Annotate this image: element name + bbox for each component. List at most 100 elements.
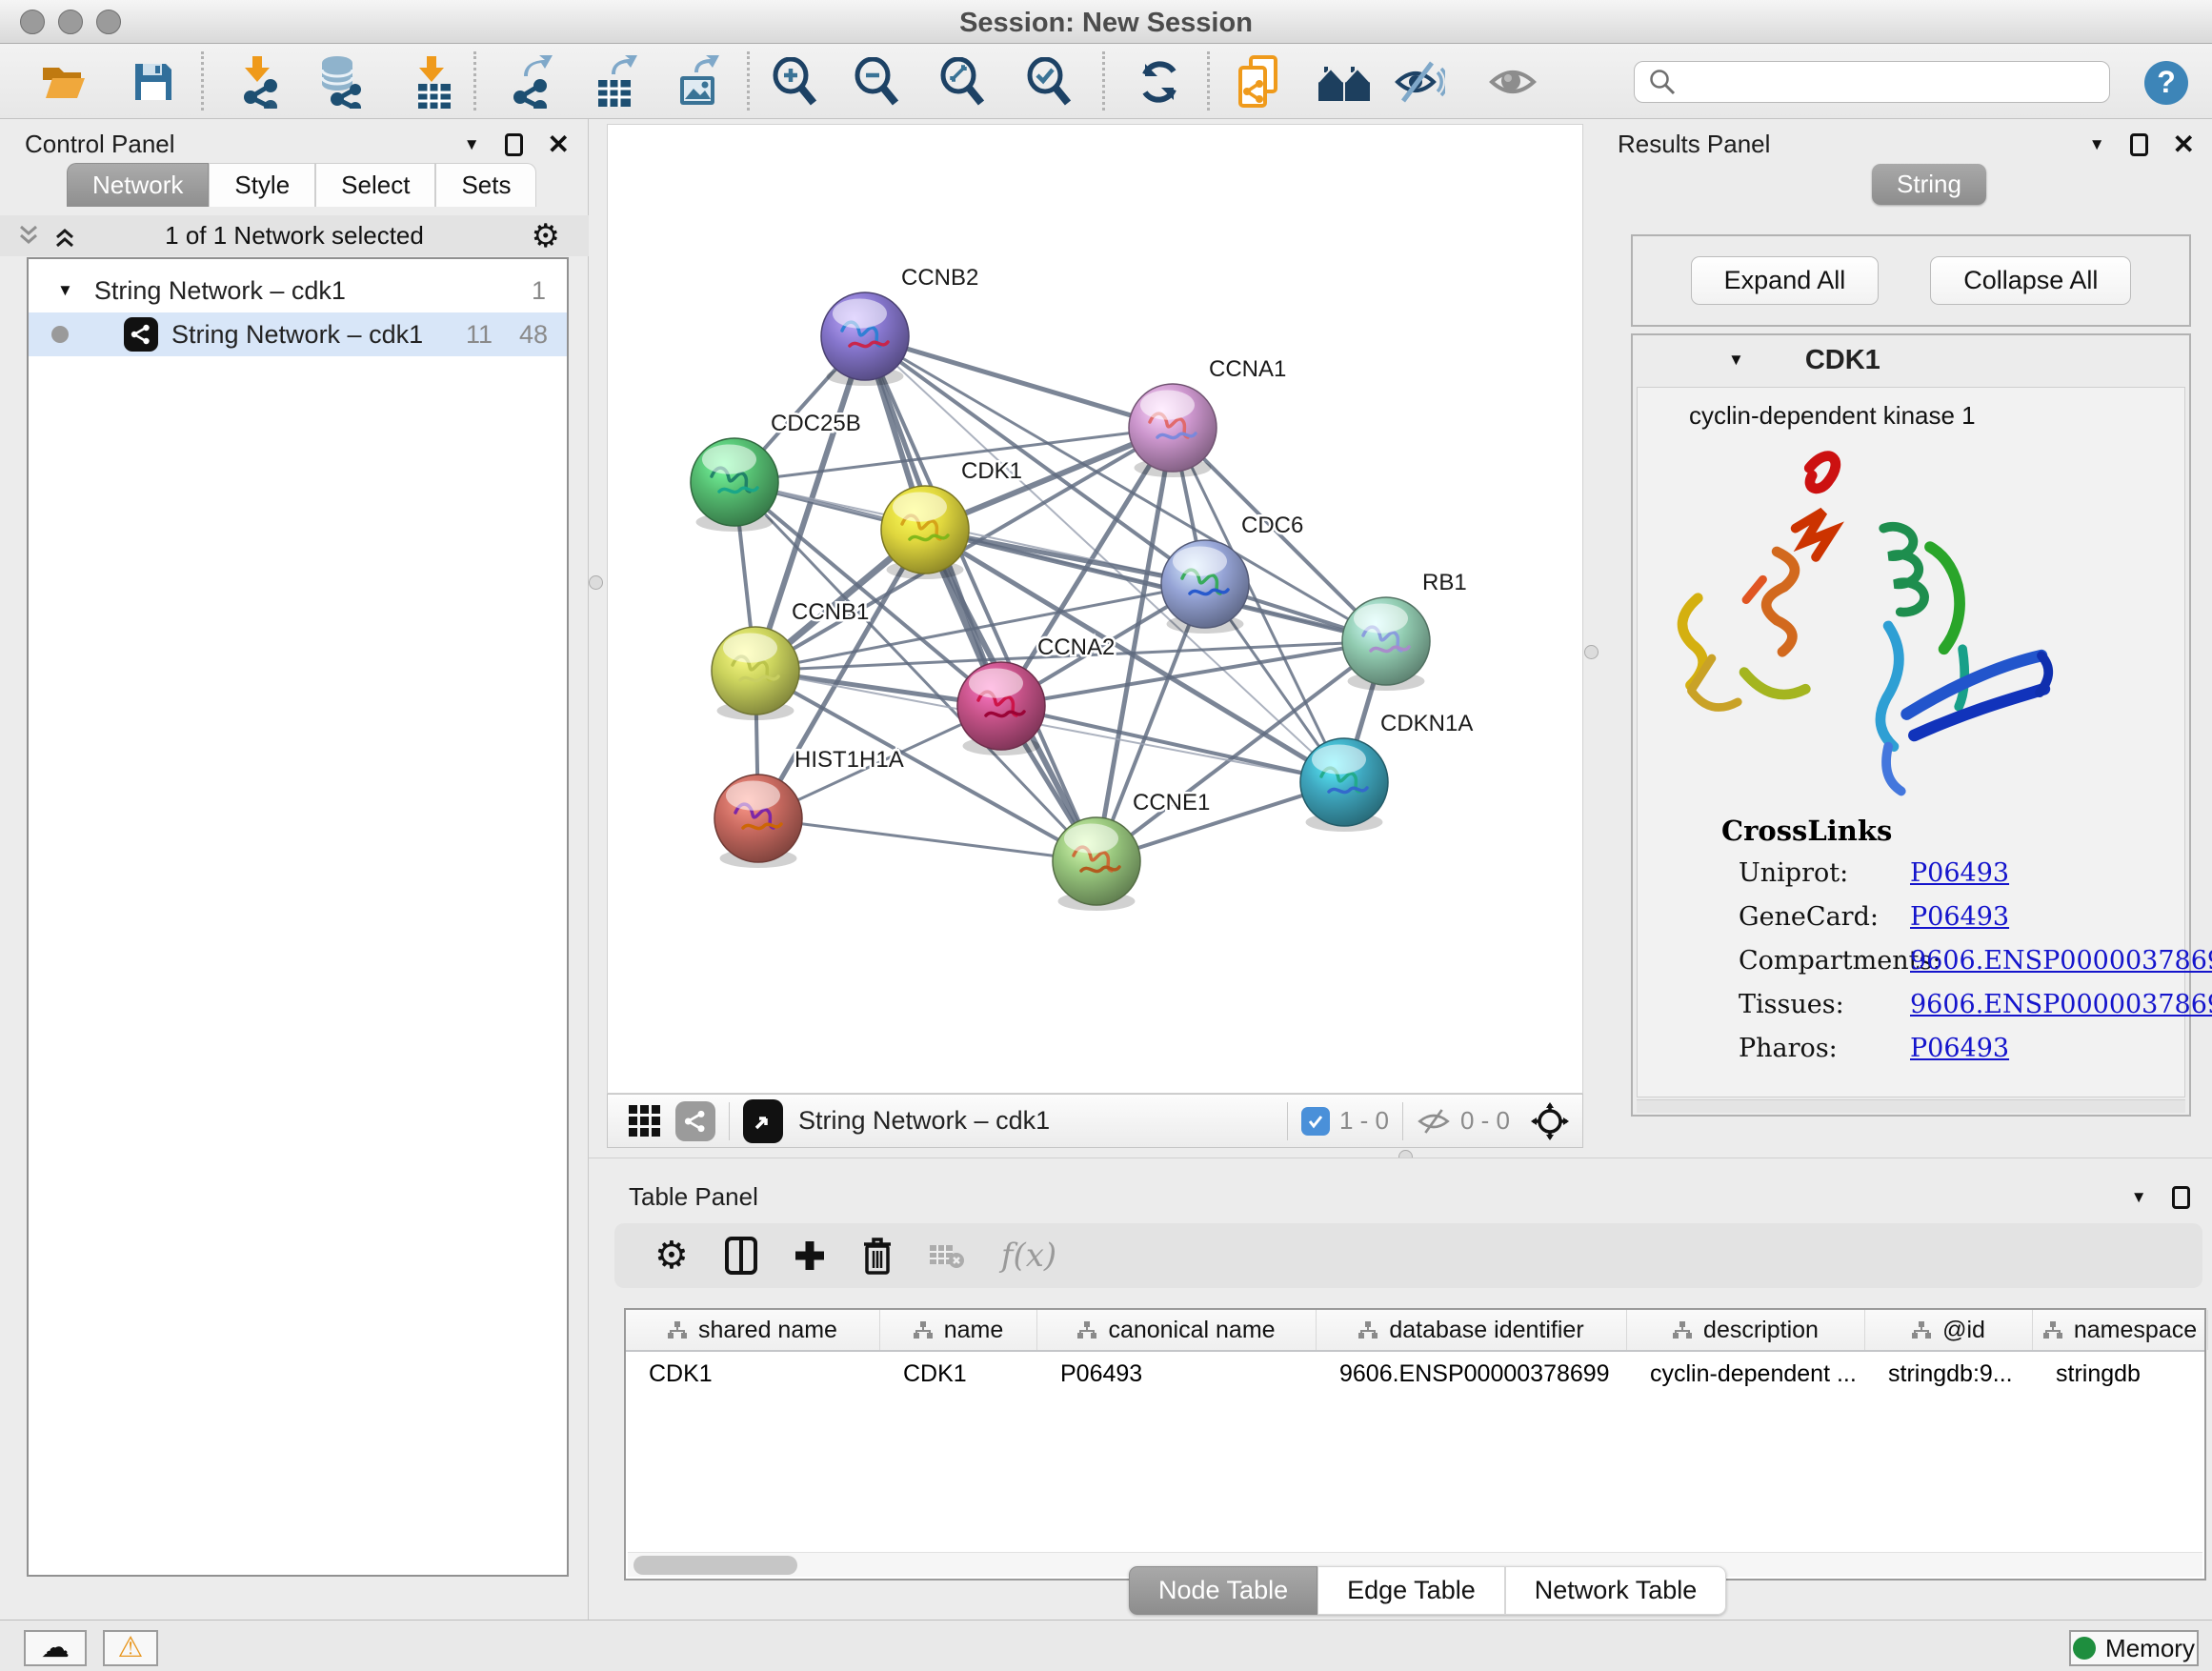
network-node-ccna1[interactable]: CCNA1 — [1129, 356, 1286, 477]
show-hidden-button[interactable] — [1485, 54, 1540, 110]
zoom-fit-button[interactable] — [935, 54, 991, 110]
tab-select[interactable]: Select — [315, 163, 435, 207]
column-header[interactable]: namespace — [2033, 1310, 2208, 1350]
open-folder-icon — [40, 62, 86, 102]
table-cell[interactable]: CDK1 — [880, 1352, 1037, 1396]
control-panel-float-menu[interactable]: ▼ — [464, 135, 480, 154]
crosslink-label: Uniprot: — [1739, 858, 1848, 888]
warnings-button[interactable]: ⚠ — [103, 1630, 158, 1666]
save-session-button[interactable] — [126, 54, 181, 110]
navigator-button[interactable] — [743, 1099, 783, 1143]
home-string-button[interactable] — [1317, 54, 1372, 110]
table-row[interactable]: CDK1CDK1P064939606.ENSP00000378699cyclin… — [626, 1352, 2204, 1396]
protein-entry-header[interactable]: ▼ CDK1 — [1633, 335, 2189, 385]
left-splitter-handle[interactable] — [589, 575, 603, 590]
network-node-hist1h1a[interactable]: HIST1H1A — [714, 747, 904, 868]
create-column-plus-icon[interactable] — [794, 1239, 826, 1272]
apply-layout-button[interactable] — [1132, 54, 1187, 110]
network-options-gear-icon[interactable]: ⚙ — [532, 220, 560, 252]
protein-expander-icon[interactable]: ▼ — [1728, 351, 1744, 370]
table-options-gear-icon[interactable]: ⚙ — [654, 1237, 689, 1275]
tab-network[interactable]: Network — [67, 163, 209, 207]
network-edge[interactable] — [865, 336, 1386, 641]
import-table-file-button[interactable] — [404, 54, 459, 110]
results-scrollbar[interactable] — [1637, 1099, 2185, 1113]
table-cell[interactable]: CDK1 — [626, 1352, 880, 1396]
column-header[interactable]: name — [880, 1310, 1037, 1350]
table-panel-float-menu[interactable]: ▼ — [2131, 1188, 2147, 1207]
expand-all-button[interactable]: Expand All — [1691, 256, 1880, 305]
network-collection-row[interactable]: ▼ String Network – cdk1 1 — [29, 269, 567, 312]
crosslink-link[interactable]: 9606.ENSP00000378699 — [1910, 990, 2212, 1019]
crosslink-link[interactable]: P06493 — [1910, 858, 2009, 888]
network-node-cdk1[interactable]: CDK1 — [881, 458, 1022, 579]
network-node-cdc25b[interactable]: CDC25B — [691, 411, 861, 532]
column-header[interactable]: database identifier — [1317, 1310, 1627, 1350]
network-edge[interactable] — [758, 818, 1096, 861]
scrollbar-thumb[interactable] — [633, 1556, 797, 1575]
results-panel-close-icon[interactable]: ✕ — [2173, 129, 2195, 160]
string-view-icon[interactable] — [675, 1101, 715, 1141]
table-cell[interactable]: cyclin-dependent ... — [1627, 1352, 1865, 1396]
show-columns-icon[interactable] — [725, 1237, 757, 1275]
network-node-ccne1[interactable]: CCNE1 — [1053, 790, 1210, 911]
export-network-button[interactable] — [504, 54, 559, 110]
zoom-selected-button[interactable] — [1022, 54, 1077, 110]
import-network-file-button[interactable] — [231, 54, 286, 110]
clone-network-button[interactable] — [1232, 54, 1287, 110]
control-panel-close-icon[interactable]: ✕ — [548, 129, 570, 160]
column-header[interactable]: description — [1627, 1310, 1865, 1350]
grid-view-icon[interactable] — [629, 1105, 660, 1137]
table-cell[interactable]: P06493 — [1037, 1352, 1317, 1396]
column-header[interactable]: canonical name — [1037, 1310, 1317, 1350]
selected-checkbox-icon[interactable] — [1301, 1107, 1330, 1136]
tab-style[interactable]: Style — [209, 163, 315, 207]
results-panel-float-icon[interactable] — [2130, 133, 2148, 156]
node-label: CDK1 — [961, 458, 1022, 484]
network-node-ccnb1[interactable]: CCNB1 — [712, 599, 869, 720]
results-panel-float-menu[interactable]: ▼ — [2089, 135, 2105, 154]
export-table-button[interactable] — [588, 54, 643, 110]
control-panel-float-icon[interactable] — [505, 133, 523, 156]
memory-button[interactable]: Memory — [2069, 1630, 2199, 1666]
tab-network-table[interactable]: Network Table — [1505, 1566, 1727, 1615]
cloud-status-button[interactable]: ☁ — [24, 1630, 87, 1666]
help-button[interactable]: ? — [2144, 61, 2188, 105]
crosslink-link[interactable]: 9606.ENSP00000378699 — [1910, 946, 2212, 976]
delete-column-trash-icon[interactable] — [862, 1237, 893, 1275]
string-network-graph[interactable]: CCNB2CCNA1CDC25BCDK1CDC6RB1CCNB1CCNA2CDK… — [608, 125, 1582, 1093]
tab-edge-table[interactable]: Edge Table — [1317, 1566, 1505, 1615]
zoom-out-button[interactable] — [850, 54, 905, 110]
export-image-button[interactable] — [672, 54, 727, 110]
tab-sets[interactable]: Sets — [435, 163, 536, 207]
network-edge[interactable] — [865, 336, 1096, 861]
network-edge[interactable] — [865, 336, 1173, 428]
collapse-all-button[interactable]: Collapse All — [1930, 256, 2131, 305]
column-sort-tree-icon — [1912, 1321, 1931, 1339]
network-row-selected[interactable]: String Network – cdk1 11 48 — [29, 312, 567, 356]
hide-unhide-button[interactable] — [1392, 54, 1447, 110]
network-node-cdkn1a[interactable]: CDKN1A — [1300, 711, 1473, 832]
open-session-button[interactable] — [35, 54, 90, 110]
search-input[interactable] — [1684, 62, 2109, 102]
toolbar-separator — [1102, 51, 1105, 111]
table-cell[interactable]: stringdb:9... — [1865, 1352, 2033, 1396]
table-cell[interactable]: 9606.ENSP00000378699 — [1317, 1352, 1627, 1396]
crosslink-link[interactable]: P06493 — [1910, 1034, 2009, 1063]
tab-node-table[interactable]: Node Table — [1129, 1566, 1317, 1615]
column-header[interactable]: @id — [1865, 1310, 2033, 1350]
table-toolbar: ⚙ f(x) — [614, 1223, 2202, 1288]
column-header[interactable]: shared name — [626, 1310, 880, 1350]
collection-expander-icon[interactable]: ▼ — [57, 281, 73, 300]
birds-eye-toggle-icon[interactable] — [1531, 1102, 1569, 1140]
node-label: CCNA2 — [1037, 634, 1115, 660]
import-network-database-button[interactable] — [313, 54, 369, 110]
network-node-rb1[interactable]: RB1 — [1342, 570, 1467, 691]
crosslink-link[interactable]: P06493 — [1910, 902, 2009, 932]
network-view-canvas[interactable]: CCNB2CCNA1CDC25BCDK1CDC6RB1CCNB1CCNA2CDK… — [607, 124, 1583, 1094]
tab-string-results[interactable]: String — [1872, 164, 1986, 205]
zoom-in-button[interactable] — [768, 54, 823, 110]
right-splitter-handle[interactable] — [1584, 645, 1599, 659]
table-panel-float-icon[interactable] — [2172, 1186, 2190, 1209]
table-cell[interactable]: stringdb — [2033, 1352, 2208, 1396]
